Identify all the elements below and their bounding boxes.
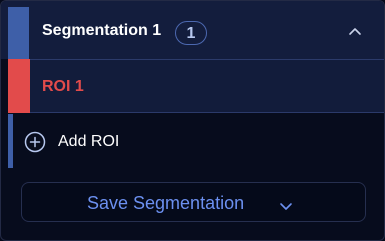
segment-count-badge: 1: [175, 21, 207, 45]
chevron-up-icon[interactable]: [347, 25, 363, 37]
add-roi-accent-bar: [8, 114, 13, 168]
roi-list-item[interactable]: ROI 1: [8, 59, 384, 113]
segmentation-header[interactable]: Segmentation 1 1: [1, 1, 384, 59]
chevron-down-icon[interactable]: [279, 198, 293, 210]
roi-label: ROI 1: [42, 78, 84, 95]
add-roi-button[interactable]: Add ROI: [8, 114, 384, 168]
save-segmentation-label: Save Segmentation: [87, 193, 245, 213]
plus-circle-icon: [24, 131, 46, 153]
roi-color-swatch: [8, 59, 30, 113]
segmentation-title: Segmentation 1: [42, 22, 162, 39]
segmentation-accent-bar: [8, 7, 29, 59]
save-segmentation-button[interactable]: Save Segmentation: [21, 182, 366, 222]
segmentation-panel: Segmentation 1 1 ROI 1 Add ROI Save Segm…: [0, 0, 385, 241]
add-roi-label: Add ROI: [58, 133, 120, 150]
